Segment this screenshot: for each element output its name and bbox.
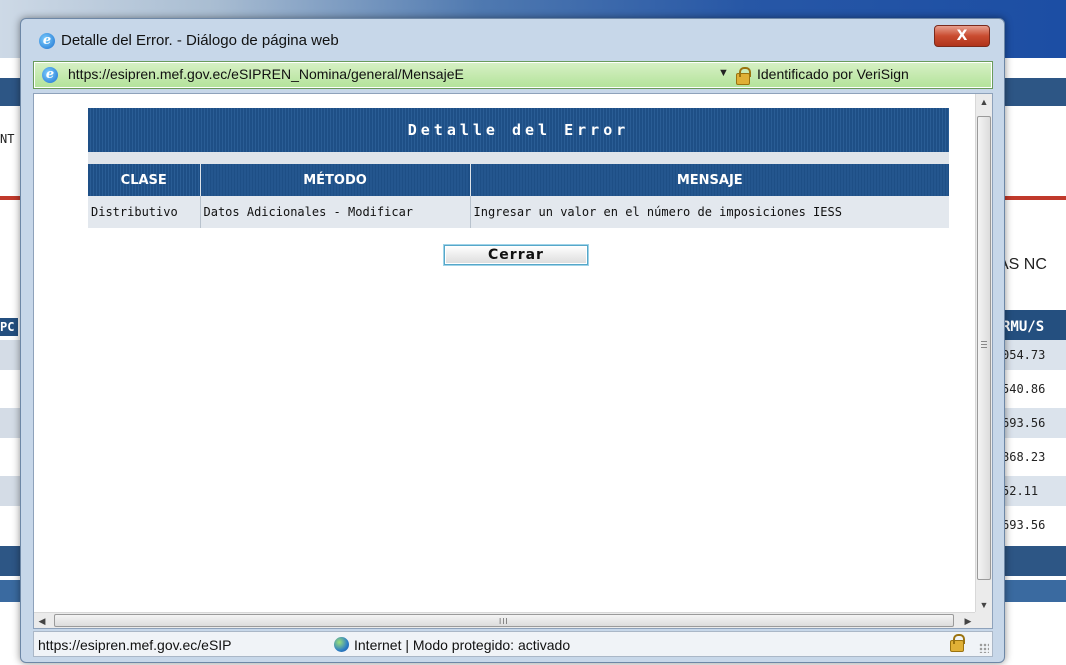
table-row: Distributivo Datos Adicionales - Modific…: [88, 196, 949, 228]
column-header-clase: CLASE: [88, 164, 201, 196]
background-label-nt: NT: [0, 132, 15, 146]
background-cell: 693.56: [996, 408, 1066, 438]
status-bar: https://esipren.mef.gov.ec/eSIP Internet…: [33, 631, 993, 657]
background-cell: 693.56: [996, 510, 1066, 540]
error-table: CLASE MÉTODO MENSAJE Distributivo Datos …: [88, 164, 949, 228]
background-cell: 540.86: [996, 374, 1066, 404]
scroll-left-arrow-icon[interactable]: ◀: [34, 613, 50, 628]
cerrar-button[interactable]: Cerrar: [444, 245, 588, 265]
scroll-right-arrow-icon[interactable]: ▶: [960, 613, 976, 628]
page-icon: e: [42, 67, 58, 83]
address-url: https://esipren.mef.gov.ec/eSIPREN_Nomin…: [68, 66, 464, 82]
background-cell: 868.23: [996, 442, 1066, 472]
error-detail-banner: Detalle del Error: [88, 108, 949, 152]
dialog-content: Detalle del Error CLASE MÉTODO MENSAJE D…: [33, 93, 993, 629]
dialog-title: Detalle del Error. - Diálogo de página w…: [61, 32, 339, 49]
background-label-pc: PC: [0, 318, 19, 336]
horizontal-scroll-thumb[interactable]: III: [54, 614, 954, 627]
close-window-button[interactable]: X: [934, 25, 990, 47]
web-page-dialog: e Detalle del Error. - Diálogo de página…: [20, 18, 1005, 663]
background-cell: 054.73: [996, 340, 1066, 370]
scroll-grip-icon: [981, 341, 987, 348]
vertical-scroll-thumb[interactable]: [977, 116, 991, 580]
scroll-up-arrow-icon[interactable]: ▲: [976, 94, 992, 111]
certificate-identifier[interactable]: Identificado por VeriSign: [757, 66, 909, 82]
cell-metodo: Datos Adicionales - Modificar: [200, 196, 471, 228]
scroll-grip-icon: III: [499, 617, 509, 626]
security-lock-icon[interactable]: [736, 67, 751, 85]
resize-grip-icon[interactable]: [979, 643, 989, 653]
column-header-metodo: MÉTODO: [200, 164, 471, 196]
scrollbar-corner: [975, 612, 992, 628]
internet-zone-globe-icon: [334, 637, 349, 652]
internet-explorer-icon: e: [39, 33, 55, 49]
banner-spacer: [88, 152, 949, 164]
address-dropdown-icon[interactable]: ▼: [718, 67, 729, 79]
cell-clase: Distributivo: [88, 196, 201, 228]
status-url: https://esipren.mef.gov.ec/eSIP: [38, 637, 232, 653]
security-zone-text[interactable]: Internet | Modo protegido: activado: [354, 637, 570, 653]
background-cell: 52.11: [996, 476, 1066, 506]
vertical-scrollbar[interactable]: ▲ ▼: [975, 94, 992, 614]
horizontal-scrollbar[interactable]: ◀ III ▶: [34, 612, 976, 628]
cell-mensaje: Ingresar un valor en el número de imposi…: [470, 196, 949, 228]
address-bar[interactable]: e https://esipren.mef.gov.ec/eSIPREN_Nom…: [33, 61, 993, 89]
dialog-titlebar[interactable]: e Detalle del Error. - Diálogo de página…: [21, 19, 1004, 59]
status-lock-icon[interactable]: [950, 634, 965, 652]
background-section-heading: AS NC: [998, 256, 1047, 273]
column-header-mensaje: MENSAJE: [470, 164, 949, 196]
table-header-row: CLASE MÉTODO MENSAJE: [88, 164, 949, 196]
